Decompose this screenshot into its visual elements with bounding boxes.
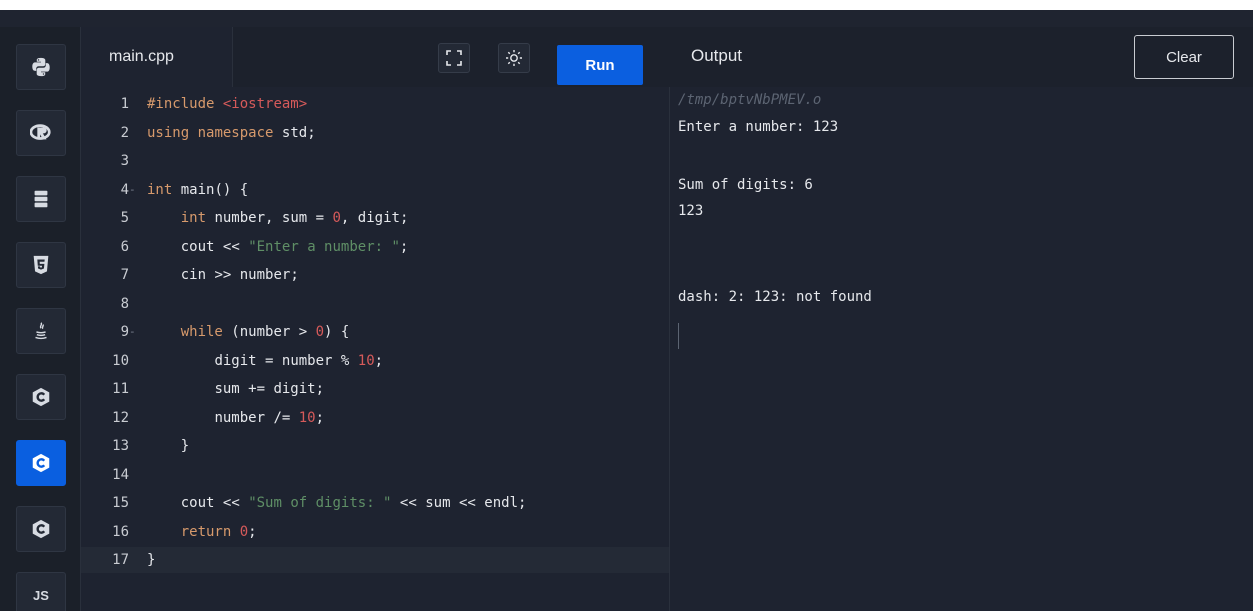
- code-text: number /= 10;: [214, 409, 325, 426]
- clear-button[interactable]: Clear: [1134, 35, 1234, 79]
- fold-toggle[interactable]: -: [129, 177, 136, 203]
- code-text: sum += digit;: [214, 381, 325, 397]
- js-icon: JS: [33, 587, 49, 603]
- line-number: 8: [120, 295, 129, 312]
- cpp-icon: [32, 453, 50, 473]
- input-cursor[interactable]: [678, 323, 679, 349]
- line-number: 4: [120, 181, 129, 198]
- code-text: return 0;: [180, 523, 257, 540]
- code-line[interactable]: 9- while (number > 0) {: [81, 319, 669, 345]
- window-top-strip: [0, 10, 1253, 27]
- code-text: int main() {: [147, 181, 249, 198]
- java-icon: [35, 322, 47, 340]
- code-editor[interactable]: 1 #include <iostream> 2 using namespace std…: [81, 87, 669, 611]
- code-line[interactable]: 5 int number, sum = 0, digit;: [81, 205, 669, 231]
- sidebar-item-cpp[interactable]: [16, 440, 66, 486]
- line-number: 1: [120, 96, 129, 112]
- run-button[interactable]: Run: [557, 45, 643, 85]
- fullscreen-button[interactable]: [438, 43, 470, 73]
- line-number: 14: [112, 466, 129, 483]
- c-icon: [32, 387, 50, 407]
- line-number: 10: [112, 352, 129, 369]
- code-line[interactable]: 7 cin >> number;: [81, 262, 669, 288]
- output-line: Sum of digits: 6: [678, 177, 813, 193]
- compiler-app: JS main.cpp Run Output Clear 1 #include <…: [0, 10, 1253, 611]
- file-tab-label: main.cpp: [109, 48, 174, 65]
- sidebar-item-python[interactable]: [16, 44, 66, 90]
- code-text: cout << "Sum of digits: " << sum << endl…: [180, 495, 527, 511]
- sidebar-item-c[interactable]: [16, 374, 66, 420]
- code-line[interactable]: 16 return 0;: [81, 519, 669, 545]
- output-file-path: /tmp/bptvNbPMEV.o: [678, 92, 822, 108]
- code-text: while (number > 0) {: [180, 324, 350, 340]
- code-text: int number, sum = 0, digit;: [180, 210, 409, 226]
- code-text: cout << "Enter a number: ";: [180, 238, 409, 255]
- line-number: 7: [120, 267, 129, 283]
- code-line[interactable]: 13 }: [81, 433, 669, 459]
- code-text: }: [147, 438, 190, 454]
- output-line: 123: [678, 203, 704, 219]
- sidebar-item-sql[interactable]: [16, 176, 66, 222]
- code-line[interactable]: 3: [81, 148, 669, 174]
- line-number: 15: [112, 495, 129, 511]
- line-number: 2: [120, 124, 129, 141]
- code-text: cin >> number;: [180, 267, 299, 283]
- code-text: #include <iostream>: [147, 96, 308, 112]
- code-line[interactable]: 14: [81, 462, 669, 488]
- html5-icon: [33, 255, 49, 275]
- code-line[interactable]: 10 digit = number % 10;: [81, 348, 669, 374]
- code-line[interactable]: 1 #include <iostream>: [81, 91, 669, 117]
- csharp-icon: [32, 519, 50, 539]
- output-toolbar: Output Clear: [669, 27, 1253, 87]
- output-title: Output: [691, 46, 743, 65]
- code-line[interactable]: 4- int main() {: [81, 177, 669, 203]
- code-line[interactable]: 8: [81, 291, 669, 317]
- code-line[interactable]: 17}: [81, 547, 669, 573]
- output-line: Enter a number: 123: [678, 119, 839, 135]
- output-console: /tmp/bptvNbPMEV.o Enter a number: 123 Su…: [669, 87, 1253, 611]
- r-icon: [30, 124, 51, 140]
- code-line[interactable]: 11 sum += digit;: [81, 376, 669, 402]
- code-line[interactable]: 2 using namespace std;: [81, 120, 669, 146]
- editor-toolbar: main.cpp Run: [81, 27, 669, 87]
- line-number: 5: [120, 210, 129, 226]
- line-number: 9: [120, 324, 129, 340]
- sidebar-item-html[interactable]: [16, 242, 66, 288]
- line-number: 12: [112, 409, 129, 426]
- file-tab-main-cpp[interactable]: main.cpp: [81, 27, 233, 87]
- code-line[interactable]: 12 number /= 10;: [81, 405, 669, 431]
- code-text: }: [147, 552, 156, 568]
- sidebar-item-csharp[interactable]: [16, 506, 66, 552]
- theme-toggle-button[interactable]: [498, 43, 530, 73]
- fold-toggle[interactable]: -: [129, 319, 136, 345]
- sidebar-item-r[interactable]: [16, 110, 66, 156]
- line-number: 17: [112, 552, 129, 568]
- code-line[interactable]: 15 cout << "Sum of digits: " << sum << e…: [81, 490, 669, 516]
- code-line[interactable]: 6 cout << "Enter a number: ";: [81, 234, 669, 260]
- line-number: 6: [120, 238, 129, 255]
- sidebar-item-js[interactable]: JS: [16, 572, 66, 611]
- output-line: dash: 2: 123: not found: [678, 289, 872, 305]
- code-text: digit = number % 10;: [214, 352, 384, 369]
- line-number: 3: [120, 153, 129, 169]
- fullscreen-icon: [446, 50, 462, 66]
- code-text: using namespace std;: [147, 124, 316, 141]
- line-number: 13: [112, 438, 129, 454]
- line-number: 11: [112, 381, 129, 397]
- sidebar-item-java[interactable]: [16, 308, 66, 354]
- python-icon: [32, 57, 50, 77]
- language-sidebar: JS: [0, 27, 81, 611]
- database-icon: [34, 190, 48, 208]
- sun-icon: [506, 50, 522, 66]
- line-number: 16: [112, 523, 129, 540]
